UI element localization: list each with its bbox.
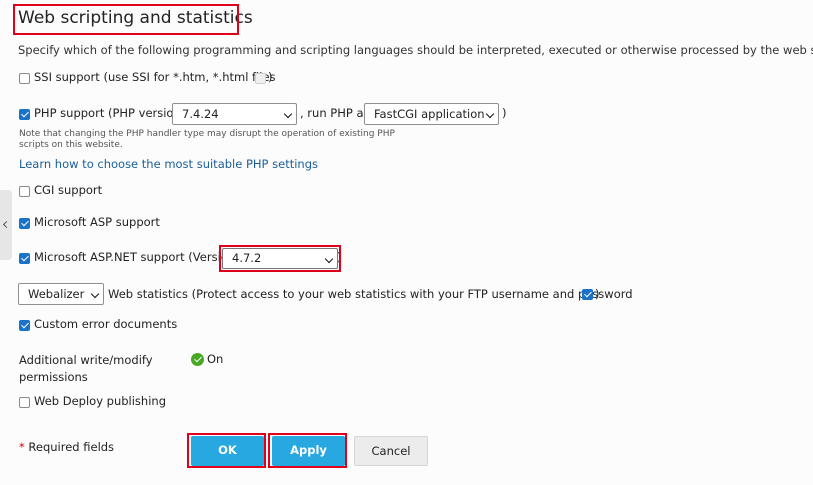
php-version-select[interactable]: 7.4.24 <box>172 103 297 125</box>
chevron-down-icon <box>485 109 495 119</box>
php-note-line1: Note that changing the PHP handler type … <box>19 129 395 139</box>
php-settings-link[interactable]: Learn how to choose the most suitable PH… <box>19 157 318 171</box>
web-statistics-suffix: ) <box>595 287 600 301</box>
permissions-label-line1: Additional write/modify <box>19 353 153 367</box>
php-note: Note that changing the PHP handler type … <box>19 129 395 151</box>
aspnet-label: Microsoft ASP.NET support (Version <box>34 250 236 264</box>
web-statistics-value: Webalizer <box>28 287 85 301</box>
ssi-checkbox[interactable] <box>19 73 30 84</box>
web-statistics-select[interactable]: Webalizer <box>18 283 104 305</box>
php-label: PHP support (PHP version <box>34 106 181 120</box>
permissions-label-line2: permissions <box>19 370 88 384</box>
php-checkbox[interactable] <box>19 109 30 120</box>
check-circle-icon <box>191 353 204 366</box>
web-deploy-label: Web Deploy publishing <box>34 394 166 408</box>
asp-checkbox[interactable] <box>19 218 30 229</box>
web-statistics-label: Web statistics (Protect access to your w… <box>108 287 633 301</box>
ssi-suffix: ) <box>268 70 273 84</box>
title-highlight-box <box>13 4 239 35</box>
cancel-button[interactable]: Cancel <box>354 436 428 466</box>
ssi-html-checkbox[interactable] <box>255 73 266 84</box>
chevron-down-icon <box>283 109 293 119</box>
custom-errors-checkbox[interactable] <box>19 320 30 331</box>
php-handler-value: FastCGI application <box>374 107 485 121</box>
permissions-status: On <box>207 352 224 366</box>
web-statistics-protect-checkbox[interactable] <box>582 289 593 300</box>
php-run-as-label: , run PHP as <box>300 106 370 120</box>
section-description: Specify which of the following programmi… <box>18 43 813 57</box>
ok-highlight-box <box>187 433 266 468</box>
required-star: * <box>19 440 25 454</box>
ssi-label: SSI support (use SSI for *.htm, *.html f… <box>34 70 276 84</box>
php-suffix: ) <box>502 106 507 120</box>
cgi-label: CGI support <box>34 183 103 197</box>
permissions-label: Additional write/modify permissions <box>19 352 153 386</box>
cgi-checkbox[interactable] <box>19 186 30 197</box>
php-version-value: 7.4.24 <box>182 107 219 121</box>
aspnet-checkbox[interactable] <box>19 253 30 264</box>
asp-label: Microsoft ASP support <box>34 215 160 229</box>
custom-errors-label: Custom error documents <box>34 317 178 331</box>
chevron-down-icon <box>90 289 100 299</box>
apply-highlight-box <box>268 433 347 468</box>
sidebar-collapse-handle[interactable] <box>0 190 12 260</box>
php-note-line2: scripts on this website. <box>19 140 123 150</box>
required-fields-label: Required fields <box>28 440 115 454</box>
aspnet-version-highlight-box <box>219 245 341 272</box>
web-deploy-checkbox[interactable] <box>19 397 30 408</box>
chevron-left-icon <box>2 220 11 229</box>
php-handler-select[interactable]: FastCGI application <box>364 103 499 125</box>
required-fields-note: * Required fields <box>19 440 114 454</box>
